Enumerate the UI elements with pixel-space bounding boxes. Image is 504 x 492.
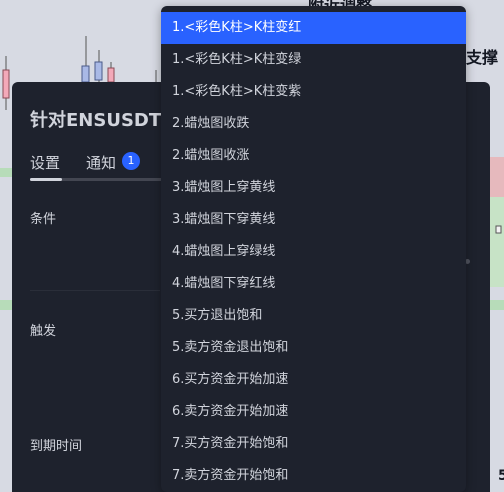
dropdown-option[interactable]: 7.买方资金开始饱和	[161, 428, 466, 460]
dropdown-option[interactable]: 5.买方退出饱和	[161, 300, 466, 332]
tab-notifications[interactable]: 通知	[86, 152, 116, 173]
dropdown-option[interactable]: 2.蜡烛图收涨	[161, 140, 466, 172]
dialog-title: 针对ENSUSDT的警报	[30, 110, 162, 131]
dropdown-option[interactable]: 1.<彩色K柱>K柱变红	[161, 12, 466, 44]
divider	[30, 290, 160, 291]
dropdown-option[interactable]: 4.蜡烛图下穿红线	[161, 268, 466, 300]
dropdown-option[interactable]: 3.蜡烛图下穿黄线	[161, 204, 466, 236]
trigger-label: 触发	[30, 324, 57, 339]
dropdown-option[interactable]: 5.卖方资金退出饱和	[161, 332, 466, 364]
dropdown-option[interactable]: 2.蜡烛图收跌	[161, 108, 466, 140]
condition-label: 条件	[30, 212, 57, 227]
condition-dropdown-menu: 1.<彩色K柱>K柱变红 1.<彩色K柱>K柱变绿 1.<彩色K柱>K柱变紫 2…	[161, 6, 466, 492]
chart-annotation-support: 支撑	[466, 48, 499, 67]
chart-annotation-bottom: 5	[498, 468, 504, 484]
dropdown-option[interactable]: 6.买方资金开始加速	[161, 364, 466, 396]
dropdown-option[interactable]: 6.卖方资金开始加速	[161, 396, 466, 428]
dropdown-option[interactable]: 7.卖方资金开始饱和	[161, 460, 466, 492]
notification-count-badge: 1	[122, 152, 140, 170]
dropdown-option[interactable]: 1.<彩色K柱>K柱变绿	[161, 44, 466, 76]
active-tab-indicator	[30, 178, 62, 181]
dropdown-option[interactable]: 1.<彩色K柱>K柱变紫	[161, 76, 466, 108]
tab-settings[interactable]: 设置	[30, 152, 60, 173]
expiration-label: 到期时间	[30, 439, 83, 454]
dropdown-option[interactable]: 3.蜡烛图上穿黄线	[161, 172, 466, 204]
dropdown-option[interactable]: 4.蜡烛图上穿绿线	[161, 236, 466, 268]
